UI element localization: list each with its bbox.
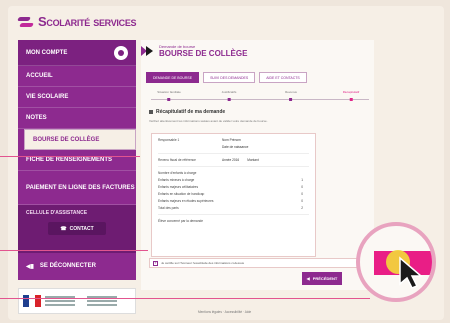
sidebar: Mon compte Accueil Vie scolaire Notes Bo… [18, 40, 136, 280]
certify-text: Je certifie sur l'honneur l'exactitude d… [161, 261, 245, 265]
step-documents: Justificatifs [221, 90, 237, 101]
bullet-icon [149, 110, 153, 114]
recap-line: Enfants majeurs célibataires 0 [158, 185, 309, 189]
step-dot [227, 98, 231, 101]
step-label: Justificatifs [221, 90, 237, 94]
recap-row: Revenu fiscal de référence Année 2016 Mo… [158, 158, 309, 162]
intro-text: Vérifiez attentivement les informations … [149, 119, 268, 123]
contact-button[interactable]: ☎ Contact [48, 222, 106, 235]
step-family: Situation familiale [157, 90, 181, 101]
sidebar-item-grades[interactable]: Notes [18, 108, 136, 129]
sidebar-item-label: Mon compte [26, 49, 68, 56]
main-panel: Demande de bourse Bourse de collège Dema… [141, 40, 374, 290]
recap-line: Enfants majeurs en études supérieures 0 [158, 199, 309, 203]
tab-request[interactable]: Demande de bourse [146, 72, 200, 83]
recap-section-label-text: Nombre d'enfants à charge [158, 171, 197, 175]
logo-mark-icon [18, 16, 34, 28]
logout-icon: ◀▮ [26, 263, 34, 270]
recap-footer-note-text: Élève concerné par la demande [158, 219, 204, 223]
callout-line-certify [0, 250, 148, 251]
recap-line-label: Enfants majeurs célibataires [158, 185, 199, 189]
step-dot [289, 98, 293, 101]
certify-checkbox-row[interactable]: Je certifie sur l'honneur l'exactitude d… [149, 258, 361, 268]
recap-line-value: 2 [301, 206, 303, 210]
recap-line-value: 0 [301, 185, 303, 189]
recap-row: Date de naissance [158, 145, 309, 149]
recap-line-label: Enfants majeurs en études supérieures [158, 199, 214, 203]
tab-tracking[interactable]: Suivi des demandes [203, 72, 256, 83]
arrow-left-icon: ◀ [306, 276, 310, 281]
recap-line-value: 1 [301, 178, 303, 182]
callout-line-submit [0, 298, 370, 299]
logo-text: Scolarité services [38, 14, 137, 29]
app-logo[interactable]: Scolarité services [18, 14, 137, 29]
recap-value: Date de naissance [222, 145, 249, 149]
sidebar-item-label: Accueil [26, 73, 53, 79]
logout-button[interactable]: ◀▮ Se déconnecter [18, 253, 136, 279]
sidebar-item-label: Bourse de collège [33, 136, 100, 143]
sidebar-item-label: Paiement en ligne des factures [26, 184, 135, 191]
recap-line-value: 0 [301, 199, 303, 203]
recap-line: Total des parts 2 [158, 206, 309, 210]
sidebar-item-scholarship[interactable]: Bourse de collège [24, 129, 136, 150]
recap-value-secondary: Montant [247, 158, 259, 162]
recap-key: Revenu fiscal de référence [158, 158, 196, 162]
recap-value: Année 2016 [222, 158, 240, 162]
french-flag-icon [23, 295, 41, 307]
sidebar-item-info-sheet[interactable]: Fiche de renseignements [18, 150, 136, 171]
sidebar-item-label: Fiche de renseignements [26, 157, 113, 163]
sidebar-item-label: Notes [26, 115, 47, 121]
page-header: Demande de bourse Bourse de collège [141, 44, 247, 58]
government-logos [18, 288, 136, 314]
recap-key [158, 145, 222, 149]
previous-button[interactable]: ◀ Précédent [302, 272, 342, 285]
step-dot [349, 98, 353, 101]
step-label: Situation familiale [157, 90, 181, 94]
tab-bar: Demande de bourse Suivi des demandes Aid… [146, 72, 307, 83]
section-title: Récapitulatif de ma demande [149, 109, 225, 115]
sidebar-item-payment[interactable]: Paiement en ligne des factures [18, 171, 136, 205]
recap-line-value: 0 [301, 192, 303, 196]
recap-line: Enfants mineurs à charge 1 [158, 178, 309, 182]
support-box: Cellule d'assistance ☎ Contact [18, 205, 136, 253]
recap-value: Nom Prénom [222, 138, 241, 142]
logout-label: Se déconnecter [39, 263, 96, 269]
support-label: Cellule d'assistance [26, 210, 88, 216]
callout-line-recap [0, 156, 140, 157]
step-label: Revenus [285, 90, 297, 94]
recap-line: Enfants en situation de handicap 0 [158, 192, 309, 196]
divider [158, 153, 309, 154]
sidebar-item-home[interactable]: Accueil [18, 66, 136, 87]
step-dot [167, 98, 171, 101]
sidebar-item-account[interactable]: Mon compte [18, 40, 136, 66]
steps-line [151, 99, 369, 100]
recap-line-label: Total des parts [158, 206, 179, 210]
section-title-text: Récapitulatif de ma demande [156, 109, 226, 115]
phone-icon: ☎ [60, 225, 67, 232]
recap-box: Responsable 1 Nom Prénom Date de naissan… [151, 133, 316, 257]
step-summary: Récapitulatif [342, 90, 360, 101]
certify-checkbox[interactable] [153, 260, 158, 266]
recap-footer-note: Élève concerné par la demande [158, 219, 309, 223]
recap-key: Responsable 1 [158, 138, 180, 142]
progress-steps: Situation familiale Justificatifs Revenu… [151, 90, 369, 104]
recap-line-label: Enfants mineurs à charge [158, 178, 195, 182]
section-arrow-icon [141, 46, 153, 56]
page-title: Bourse de collège [159, 49, 248, 58]
divider [158, 214, 309, 215]
sidebar-item-label: Vie scolaire [26, 94, 69, 100]
gear-icon[interactable] [114, 45, 128, 60]
step-label: Récapitulatif [342, 90, 360, 94]
contact-label: Contact [69, 225, 94, 232]
divider [158, 166, 309, 167]
zoom-magnifier [356, 222, 436, 302]
sidebar-item-school-life[interactable]: Vie scolaire [18, 87, 136, 108]
recap-row: Responsable 1 Nom Prénom [158, 138, 309, 142]
step-income: Revenus [285, 90, 297, 101]
page-footer: Mentions légales · Accessibilité · Aide [198, 310, 252, 314]
recap-section-label: Nombre d'enfants à charge [158, 171, 309, 175]
tab-help[interactable]: Aide et contacts [259, 72, 307, 83]
recap-line-label: Enfants en situation de handicap [158, 192, 205, 196]
previous-label: Précédent [312, 276, 338, 281]
